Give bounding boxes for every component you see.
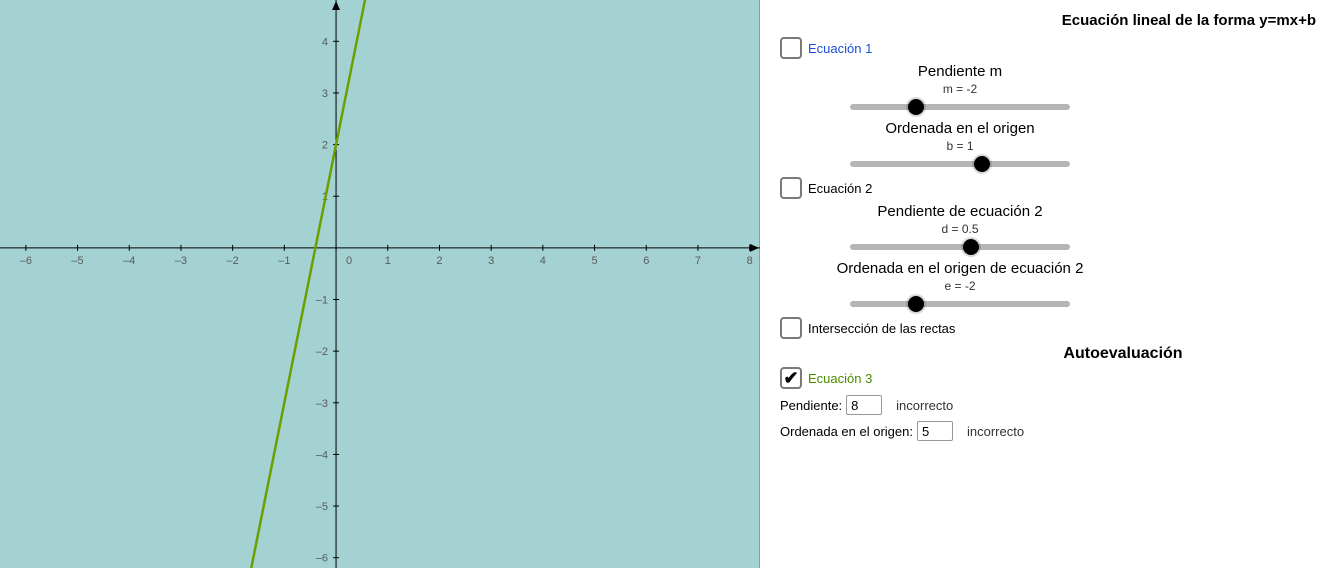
svg-text:2: 2 bbox=[436, 255, 442, 267]
app-root: –6–5–4–3–2–1012345678–6–5–4–3–2–11234 y … bbox=[0, 0, 1336, 568]
svg-text:4: 4 bbox=[540, 255, 546, 267]
eq2-slope-value: d = 0.5 bbox=[820, 222, 1100, 236]
svg-text:–5: –5 bbox=[71, 255, 83, 267]
svg-text:5: 5 bbox=[591, 255, 597, 267]
eq2-intercept-title: Ordenada en el origen de ecuación 2 bbox=[820, 260, 1100, 277]
eq2-checkbox[interactable] bbox=[780, 177, 802, 199]
quiz-slope-row: Pendiente: incorrecto bbox=[780, 395, 1316, 415]
svg-text:1: 1 bbox=[385, 255, 391, 267]
svg-text:–6: –6 bbox=[316, 553, 328, 565]
eq2-intercept-slider[interactable] bbox=[850, 301, 1070, 307]
eq1-slope-slider[interactable] bbox=[850, 104, 1070, 110]
eq1-intercept-slider[interactable] bbox=[850, 161, 1070, 167]
svg-text:8: 8 bbox=[747, 255, 753, 267]
eq3-checkbox-label: Ecuación 3 bbox=[808, 371, 872, 386]
eq1-checkbox-label: Ecuación 1 bbox=[808, 41, 872, 56]
svg-text:6: 6 bbox=[643, 255, 649, 267]
svg-text:–4: –4 bbox=[316, 449, 328, 461]
svg-text:–1: –1 bbox=[278, 255, 290, 267]
svg-text:3: 3 bbox=[322, 88, 328, 100]
eq1-slope-value: m = -2 bbox=[820, 82, 1100, 96]
intersection-checkbox[interactable] bbox=[780, 317, 802, 339]
eq1-intercept-value: b = 1 bbox=[820, 139, 1100, 153]
page-title: Ecuación lineal de la forma y=mx+b bbox=[780, 12, 1316, 29]
eq1-checkbox-row: Ecuación 1 bbox=[780, 37, 1316, 59]
svg-text:–1: –1 bbox=[316, 294, 328, 306]
svg-text:4: 4 bbox=[322, 36, 328, 48]
svg-text:–2: –2 bbox=[316, 346, 328, 358]
quiz-intercept-row: Ordenada en el origen: incorrecto bbox=[780, 421, 1316, 441]
svg-text:–2: –2 bbox=[227, 255, 239, 267]
eq2-slope-slider-group: Pendiente de ecuación 2 d = 0.5 bbox=[820, 203, 1100, 250]
quiz-intercept-input[interactable] bbox=[917, 421, 953, 441]
svg-text:–6: –6 bbox=[20, 255, 32, 267]
eq1-intercept-slider-group: Ordenada en el origen b = 1 bbox=[820, 120, 1100, 167]
quiz-intercept-label: Ordenada en el origen: bbox=[780, 424, 913, 439]
intersection-checkbox-label: Intersección de las rectas bbox=[808, 321, 955, 336]
svg-text:7: 7 bbox=[695, 255, 701, 267]
eq3-checkbox[interactable] bbox=[780, 367, 802, 389]
eq3-checkbox-row: Ecuación 3 bbox=[780, 367, 1316, 389]
eq1-slope-slider-group: Pendiente m m = -2 bbox=[820, 63, 1100, 110]
quiz-slope-input[interactable] bbox=[846, 395, 882, 415]
intersection-checkbox-row: Intersección de las rectas bbox=[780, 317, 1316, 339]
svg-text:0: 0 bbox=[346, 255, 352, 267]
eq2-intercept-slider-group: Ordenada en el origen de ecuación 2 e = … bbox=[820, 260, 1100, 307]
eq1-intercept-title: Ordenada en el origen bbox=[820, 120, 1100, 137]
quiz-slope-label: Pendiente: bbox=[780, 398, 842, 413]
eq2-slope-slider[interactable] bbox=[850, 244, 1070, 250]
svg-text:–3: –3 bbox=[316, 398, 328, 410]
svg-text:–3: –3 bbox=[175, 255, 187, 267]
control-pane: Ecuación lineal de la forma y=mx+b Ecuac… bbox=[760, 0, 1336, 568]
svg-text:2: 2 bbox=[322, 140, 328, 152]
svg-text:–5: –5 bbox=[316, 501, 328, 513]
graph-pane[interactable]: –6–5–4–3–2–1012345678–6–5–4–3–2–11234 y … bbox=[0, 0, 760, 568]
eq2-checkbox-label: Ecuación 2 bbox=[808, 181, 872, 196]
graph-svg: –6–5–4–3–2–1012345678–6–5–4–3–2–11234 y … bbox=[0, 0, 760, 568]
eq2-slope-title: Pendiente de ecuación 2 bbox=[820, 203, 1100, 220]
svg-text:–4: –4 bbox=[123, 255, 135, 267]
autoeval-heading: Autoevaluación bbox=[930, 345, 1316, 363]
eq2-checkbox-row: Ecuación 2 bbox=[780, 177, 1316, 199]
eq1-slope-title: Pendiente m bbox=[820, 63, 1100, 80]
quiz-intercept-feedback: incorrecto bbox=[967, 424, 1024, 439]
eq1-checkbox[interactable] bbox=[780, 37, 802, 59]
svg-text:3: 3 bbox=[488, 255, 494, 267]
quiz-slope-feedback: incorrecto bbox=[896, 398, 953, 413]
eq2-intercept-value: e = -2 bbox=[820, 279, 1100, 293]
